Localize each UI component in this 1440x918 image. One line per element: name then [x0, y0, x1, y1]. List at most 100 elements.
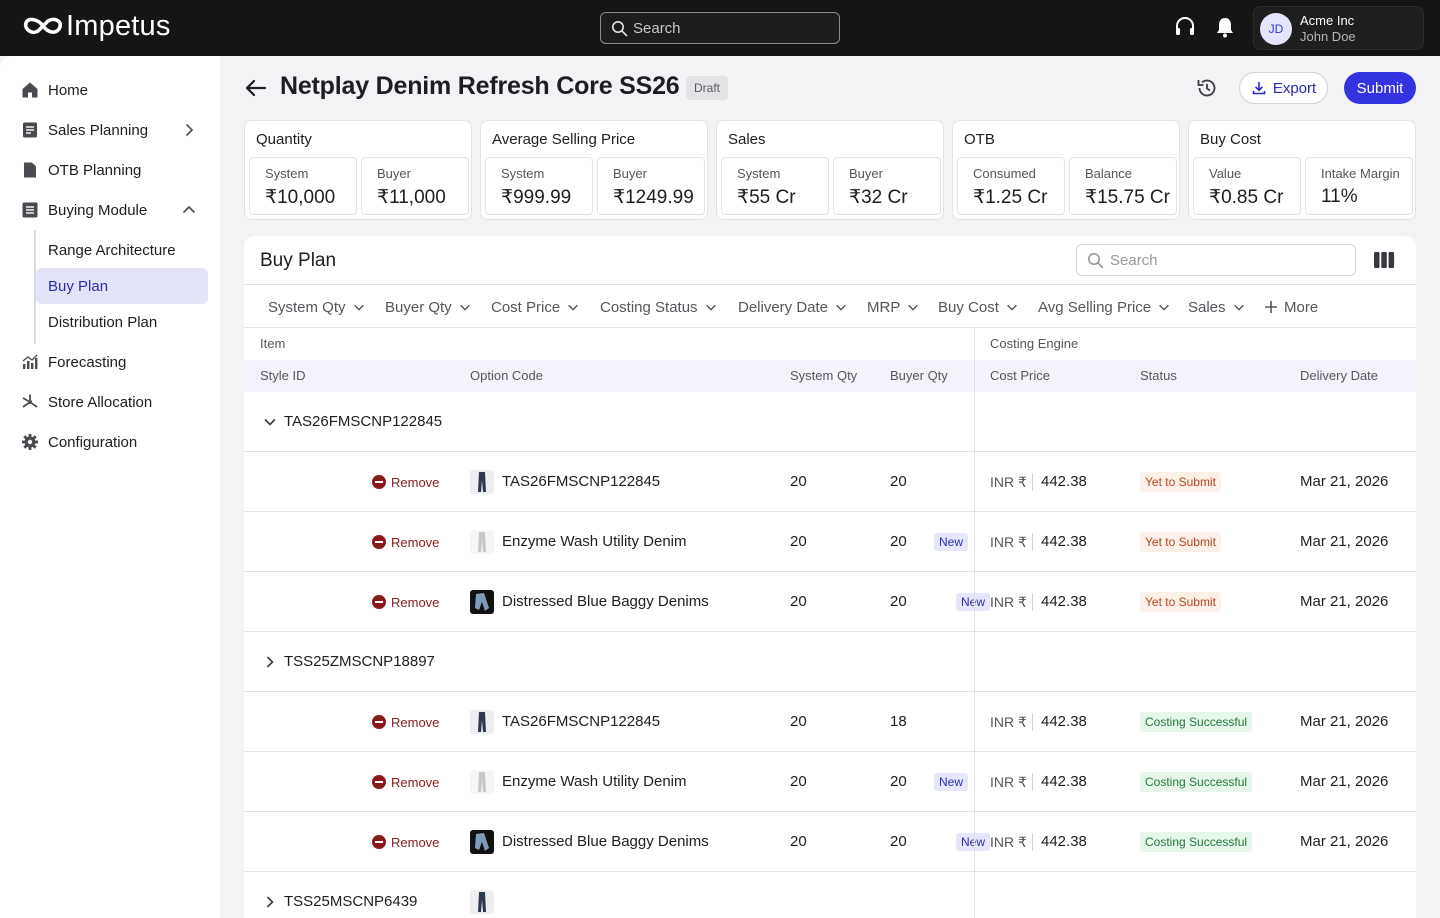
group-row[interactable]: TSS25MSCNP6439	[244, 872, 1416, 918]
filter-costing-status[interactable]: Costing Status	[600, 285, 718, 329]
sidebar-subitem-buy-plan[interactable]: Buy Plan	[36, 268, 208, 304]
filter-mrp[interactable]: MRP	[867, 285, 920, 329]
filter-delivery-date[interactable]: Delivery Date	[738, 285, 848, 329]
submit-button[interactable]: Submit	[1344, 72, 1416, 104]
column-header-cost-price[interactable]: Cost Price	[990, 360, 1050, 392]
option-code[interactable]: Enzyme Wash Utility Denim	[502, 512, 686, 572]
remove-button[interactable]: Remove	[372, 774, 439, 790]
receipt-icon	[23, 122, 37, 138]
chevron-down-icon	[1233, 304, 1244, 311]
app-logo[interactable]: Impetus	[22, 9, 171, 43]
kpi-label: Intake Margin	[1321, 166, 1400, 181]
group-row[interactable]: TSS25ZMSCNP18897	[244, 632, 1416, 692]
delivery-date-cell[interactable]: Mar 21, 2026	[1300, 692, 1388, 752]
column-header-style-id[interactable]: Style ID	[260, 360, 306, 392]
filter-bar: System Qty Buyer Qty Cost Price Costing Sta…	[244, 284, 1416, 328]
cost-price-cell[interactable]: 442.38	[1041, 512, 1087, 572]
delivery-date-cell[interactable]: Mar 21, 2026	[1300, 452, 1388, 512]
remove-button[interactable]: Remove	[372, 474, 439, 490]
infinity-logo-icon	[23, 17, 63, 35]
group-row[interactable]: TAS26FMSCNP122845	[244, 392, 1416, 452]
filter-label: System Qty	[268, 298, 346, 316]
remove-label: Remove	[391, 714, 440, 730]
option-code[interactable]: TAS26FMSCNP122845	[502, 452, 660, 512]
chevron-right-icon[interactable]	[262, 654, 278, 670]
buyer-qty-cell[interactable]: 20	[890, 812, 907, 872]
global-search-input[interactable]	[633, 19, 823, 37]
kpi-card-buy-cost: Buy Cost Value ₹0.85 Cr Intake Margin 11%	[1188, 120, 1416, 220]
sidebar-item-home[interactable]: Home	[0, 70, 220, 110]
remove-button[interactable]: Remove	[372, 714, 439, 730]
column-header-status[interactable]: Status	[1140, 360, 1177, 392]
columns-icon[interactable]	[1372, 249, 1396, 271]
delivery-date-cell[interactable]: Mar 21, 2026	[1300, 812, 1388, 872]
table-row: Remove Distressed Blue Baggy Denims New 20 2…	[244, 812, 1416, 872]
cost-price-cell[interactable]: 442.38	[1041, 452, 1087, 512]
buyer-qty-cell[interactable]: 20	[890, 572, 907, 632]
buyer-qty-cell[interactable]: 20	[890, 752, 907, 812]
account-switcher[interactable]: JD Acme Inc John Doe	[1253, 6, 1424, 50]
chart-icon	[22, 354, 38, 369]
option-code[interactable]: Distressed Blue Baggy Denims	[502, 812, 709, 872]
delivery-date-cell[interactable]: Mar 21, 2026	[1300, 512, 1388, 572]
sidebar-item-forecasting[interactable]: Forecasting	[0, 342, 220, 382]
filter-buy-cost[interactable]: Buy Cost	[938, 285, 1019, 329]
option-code[interactable]: TAS26FMSCNP122845	[502, 692, 660, 752]
buyer-qty-cell[interactable]: 20	[890, 512, 907, 572]
currency-divider	[1032, 593, 1033, 611]
table-search[interactable]	[1076, 244, 1356, 276]
table-row: Remove Enzyme Wash Utility Denim New 20 20 IN…	[244, 512, 1416, 572]
delivery-date-cell[interactable]: Mar 21, 2026	[1300, 752, 1388, 812]
headset-icon[interactable]	[1173, 15, 1197, 39]
sidebar-subitem-distribution-plan[interactable]: Distribution Plan	[36, 304, 208, 340]
cost-price-cell[interactable]: 442.38	[1041, 752, 1087, 812]
cost-price-cell[interactable]: 442.38	[1041, 572, 1087, 632]
status-badge: Draft	[686, 76, 729, 100]
chevron-down-icon	[705, 304, 716, 311]
kpi-metric: Consumed ₹1.25 Cr	[957, 157, 1065, 215]
filter-system-qty[interactable]: System Qty	[268, 285, 366, 329]
buyer-qty-cell[interactable]: 18	[890, 692, 907, 752]
buyer-qty-cell[interactable]: 20	[890, 452, 907, 512]
filter-buyer-qty[interactable]: Buyer Qty	[385, 285, 472, 329]
list-icon	[22, 202, 38, 218]
chevron-down-icon[interactable]	[262, 414, 278, 430]
cost-price-cell[interactable]: 442.38	[1041, 692, 1087, 752]
style-id: TSS25MSCNP6439	[284, 893, 418, 910]
back-arrow-icon[interactable]	[244, 76, 268, 100]
remove-button[interactable]: Remove	[372, 834, 439, 850]
product-thumbnail	[470, 770, 494, 794]
column-header-option-code[interactable]: Option Code	[470, 360, 543, 392]
kpi-title: Average Selling Price	[492, 131, 636, 148]
filter-avg-selling-price[interactable]: Avg Selling Price	[1038, 285, 1171, 329]
bell-icon[interactable]	[1213, 15, 1237, 39]
kpi-card-otb: OTB Consumed ₹1.25 Cr Balance ₹15.75 Cr	[952, 120, 1180, 220]
column-header-system-qty[interactable]: System Qty	[790, 360, 857, 392]
sidebar-item-otb-planning[interactable]: OTB Planning	[0, 150, 220, 190]
global-search[interactable]	[600, 12, 840, 44]
cost-price-cell[interactable]: 442.38	[1041, 812, 1087, 872]
remove-button[interactable]: Remove	[372, 534, 439, 550]
sidebar-item-sales-planning[interactable]: Sales Planning	[0, 110, 220, 150]
more-filters-button[interactable]: More	[1264, 285, 1318, 329]
export-button[interactable]: Export	[1239, 72, 1328, 104]
column-header-buyer-qty[interactable]: Buyer Qty	[890, 360, 948, 392]
column-header-delivery-date[interactable]: Delivery Date	[1300, 360, 1378, 392]
history-icon[interactable]	[1195, 76, 1219, 100]
delivery-date-cell[interactable]: Mar 21, 2026	[1300, 572, 1388, 632]
filter-cost-price[interactable]: Cost Price	[491, 285, 580, 329]
option-code[interactable]: Enzyme Wash Utility Denim	[502, 752, 686, 812]
account-user: John Doe	[1300, 29, 1356, 44]
option-code[interactable]: Distressed Blue Baggy Denims	[502, 572, 709, 632]
sidebar-item-configuration[interactable]: Configuration	[0, 422, 220, 462]
sidebar-item-store-allocation[interactable]: Store Allocation	[0, 382, 220, 422]
system-qty-cell: 20	[790, 533, 807, 550]
kpi-value: ₹1.25 Cr	[973, 187, 1048, 208]
sidebar-subitem-range-architecture[interactable]: Range Architecture	[36, 232, 208, 268]
remove-button[interactable]: Remove	[372, 594, 439, 610]
table-search-input[interactable]	[1110, 251, 1350, 269]
filter-sales[interactable]: Sales	[1188, 285, 1246, 329]
sidebar-item-buying-module[interactable]: Buying Module	[0, 190, 220, 230]
export-label: Export	[1272, 79, 1317, 97]
chevron-right-icon[interactable]	[262, 894, 278, 910]
